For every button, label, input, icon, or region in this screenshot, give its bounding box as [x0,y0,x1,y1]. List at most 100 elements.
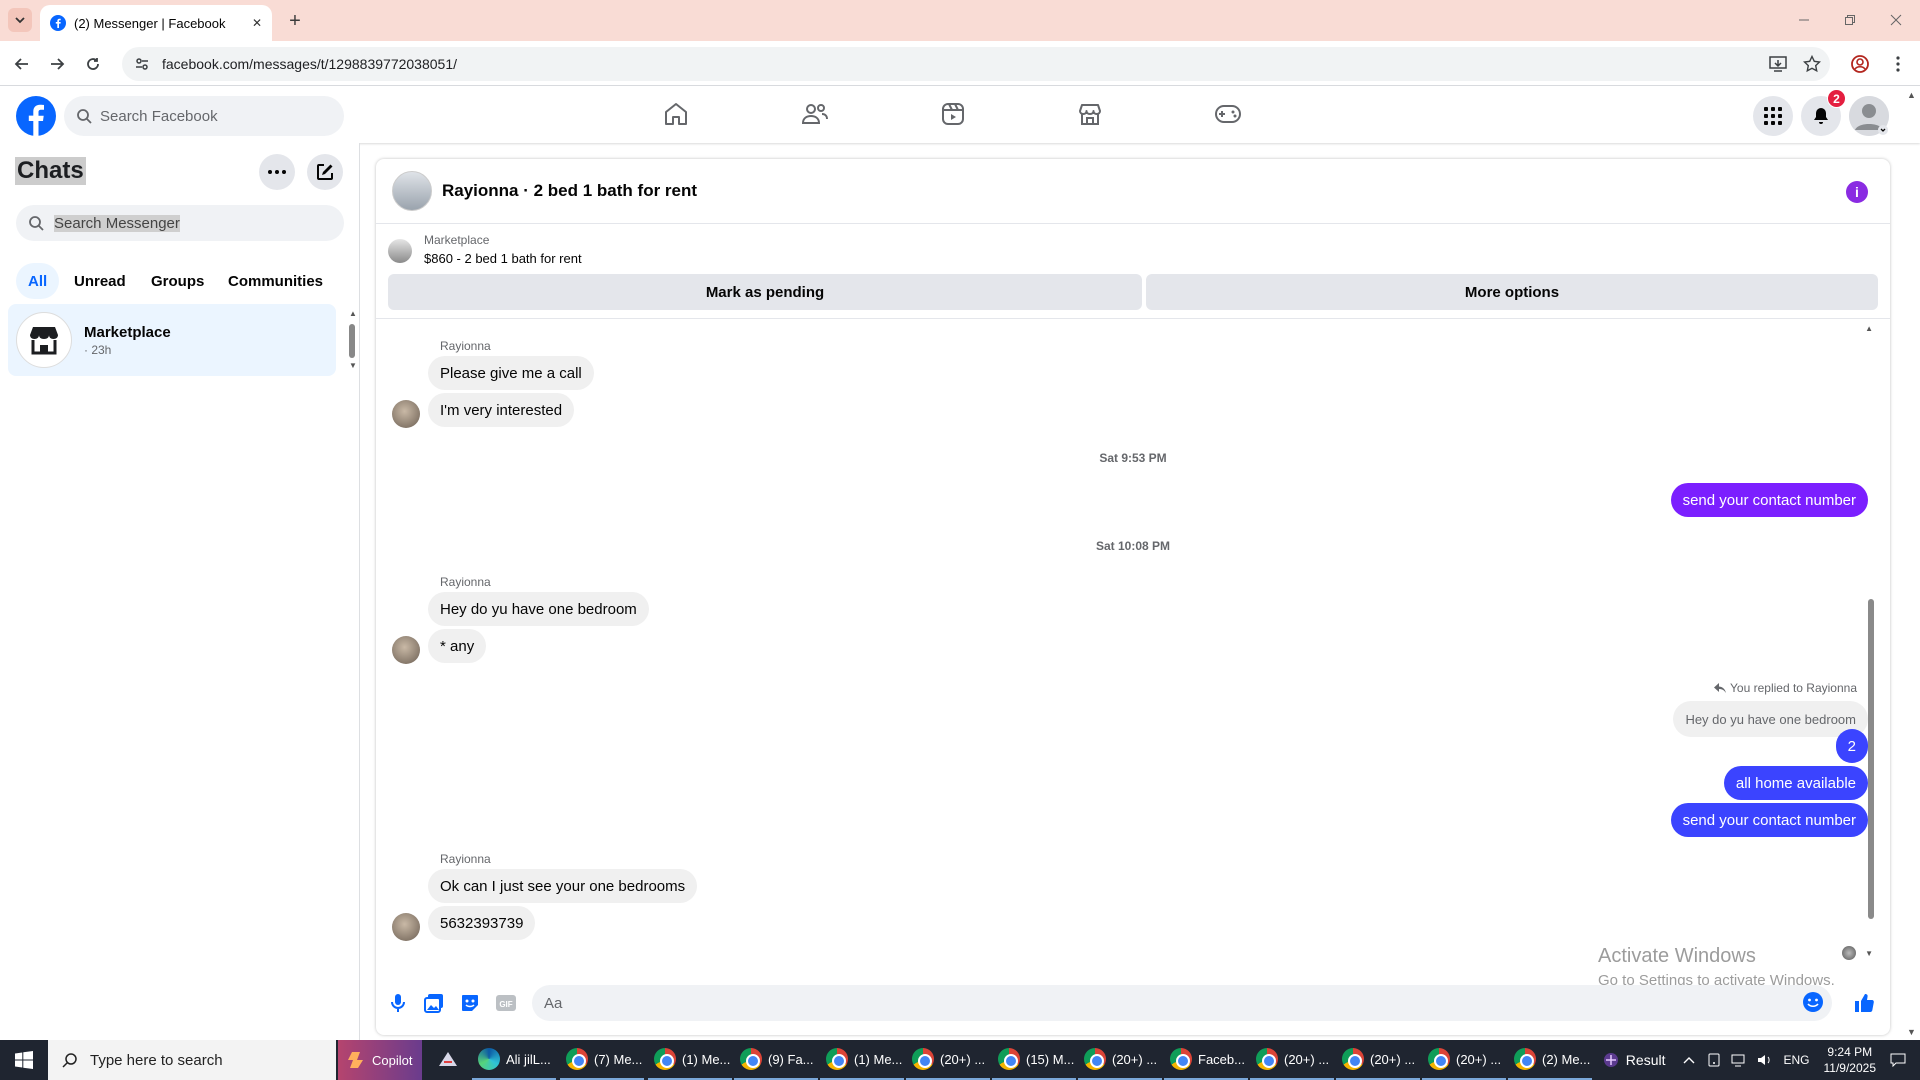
url-omnibox[interactable]: facebook.com/messages/t/1298839772038051… [122,47,1830,81]
page-scroll-down-icon[interactable]: ▼ [1907,1027,1916,1037]
reload-icon[interactable] [81,52,105,76]
nav-home-icon[interactable] [646,94,706,134]
taskbar-app-chrome[interactable]: (15) M... [992,1040,1076,1080]
tab-close-icon[interactable]: ✕ [252,16,262,30]
taskbar-app-chrome[interactable]: Faceb... [1164,1040,1248,1080]
taskbar-app-chrome[interactable]: (20+) ... [1422,1040,1506,1080]
sender-avatar[interactable] [392,636,420,664]
mark-as-pending-button[interactable]: Mark as pending [388,274,1142,310]
tab-search-dropdown[interactable] [8,8,32,32]
taskbar-app-chrome[interactable]: (7) Me... [560,1040,644,1080]
facebook-logo-icon[interactable] [16,96,56,136]
install-app-icon[interactable] [1766,52,1790,76]
incoming-message[interactable]: 5632393739 [428,906,536,940]
page-scroll-up-icon[interactable]: ▲ [1907,90,1916,100]
copilot-button[interactable]: Copilot [338,1040,422,1080]
message-input[interactable]: Aa [532,985,1832,1021]
filter-all-tab[interactable]: All [16,263,60,299]
tray-device-icon[interactable] [1707,1053,1721,1067]
scroll-down-arrow-icon[interactable]: ▼ [1865,949,1873,958]
profile-icon[interactable] [1848,52,1872,76]
taskbar-app-chrome[interactable]: (1) Me... [820,1040,904,1080]
outgoing-message[interactable]: all home available [1723,766,1868,800]
sender-avatar[interactable] [392,913,420,941]
back-arrow-icon[interactable] [10,52,34,76]
listing-title[interactable]: $860 - 2 bed 1 bath for rent [424,251,582,266]
browser-tab[interactable]: (2) Messenger | Facebook ✕ [40,5,272,41]
bookmark-star-icon[interactable] [1800,52,1824,76]
reply-indicator-text: You replied to Rayionna [1730,681,1857,695]
restore-icon[interactable] [1830,8,1870,32]
taskbar-app-chrome[interactable]: (20+) ... [1336,1040,1420,1080]
taskbar-app-chrome[interactable]: (9) Fa... [734,1040,818,1080]
new-message-icon[interactable] [307,154,343,190]
sender-avatar[interactable] [392,400,420,428]
notification-center-icon[interactable] [1890,1053,1906,1067]
taskbar-app-chrome[interactable]: (20+) ... [1250,1040,1334,1080]
menu-grid-icon[interactable] [1753,96,1793,136]
window-close-icon[interactable] [1876,8,1916,32]
conversation-avatar[interactable] [392,171,432,211]
conversation-title[interactable]: Rayionna · 2 bed 1 bath for rent [442,181,697,201]
result-widget[interactable]: Result [1602,1051,1665,1069]
taskbar-search-input[interactable]: Type here to search [48,1040,336,1080]
volume-icon[interactable] [1757,1053,1773,1067]
incoming-message[interactable]: * any [428,629,487,663]
taskbar-app-chrome[interactable]: (1) Me... [648,1040,732,1080]
filter-communities-tab[interactable]: Communities [216,263,335,299]
message-composer: GIF Aa [376,975,1890,1033]
facebook-favicon-icon [50,15,66,31]
nav-video-icon[interactable] [923,94,983,134]
emoji-icon[interactable] [1802,991,1824,1013]
site-settings-icon[interactable] [134,56,150,72]
attach-photo-icon[interactable] [422,991,446,1015]
outgoing-message[interactable]: send your contact number [1670,483,1868,517]
facebook-search-input[interactable]: Search Facebook [64,96,344,136]
taskbar-app-generic-icon[interactable] [430,1040,464,1080]
new-tab-button[interactable]: + [283,9,307,33]
incoming-message[interactable]: I'm very interested [428,393,575,427]
forward-arrow-icon[interactable] [45,52,69,76]
minimize-icon[interactable] [1784,8,1824,32]
nav-marketplace-icon[interactable] [1060,94,1120,134]
network-icon[interactable] [1731,1053,1747,1067]
scroll-down-arrow-icon[interactable]: ▼ [349,361,357,370]
chrome-icon [1342,1048,1364,1070]
listing-thumbnail[interactable] [388,239,412,263]
taskbar-app-edge[interactable]: Ali jilL... [472,1040,556,1080]
incoming-message[interactable]: Please give me a call [428,356,594,390]
language-indicator[interactable]: ENG [1783,1053,1809,1067]
taskbar-app-label: (1) Me... [854,1051,903,1067]
nav-gaming-icon[interactable] [1198,94,1258,134]
filter-groups-tab[interactable]: Groups [139,263,216,299]
chats-options-icon[interactable] [259,154,295,190]
taskbar-app-chrome[interactable]: (20+) ... [906,1040,990,1080]
chat-list-item[interactable]: Marketplace · 23h [8,304,336,376]
taskbar-app-chrome[interactable]: (2) Me... [1508,1040,1592,1080]
chats-scrollbar[interactable] [349,324,355,358]
sticker-icon[interactable] [458,991,482,1015]
chrome-icon [1170,1048,1192,1070]
browser-menu-icon[interactable] [1886,52,1910,76]
more-options-button[interactable]: More options [1146,274,1878,310]
conversation-info-icon[interactable]: i [1846,181,1868,203]
microphone-icon[interactable] [386,991,410,1015]
taskbar-app-chrome[interactable]: (20+) ... [1078,1040,1162,1080]
filter-unread-tab[interactable]: Unread [62,263,138,299]
scroll-up-arrow-icon[interactable]: ▲ [1865,324,1873,333]
gif-icon[interactable]: GIF [494,991,518,1015]
tray-chevron-up-icon[interactable] [1683,1056,1695,1064]
replied-quote-bubble[interactable]: Hey do yu have one bedroom [1673,701,1868,737]
outgoing-message[interactable]: 2 [1835,729,1868,763]
incoming-message[interactable]: Hey do yu have one bedroom [428,592,649,626]
messenger-search-input[interactable]: Search Messenger [16,205,344,241]
scroll-up-arrow-icon[interactable]: ▲ [349,309,357,318]
account-avatar[interactable] [1849,96,1889,136]
system-clock[interactable]: 9:24 PM 11/9/2025 [1824,1044,1877,1076]
windows-start-icon[interactable] [0,1040,48,1080]
nav-friends-icon[interactable] [785,94,845,134]
incoming-message[interactable]: Ok can I just see your one bedrooms [428,869,698,903]
like-thumbs-up-icon[interactable] [1852,991,1876,1015]
outgoing-message[interactable]: send your contact number [1670,803,1868,837]
conversation-scrollbar[interactable] [1868,599,1874,919]
